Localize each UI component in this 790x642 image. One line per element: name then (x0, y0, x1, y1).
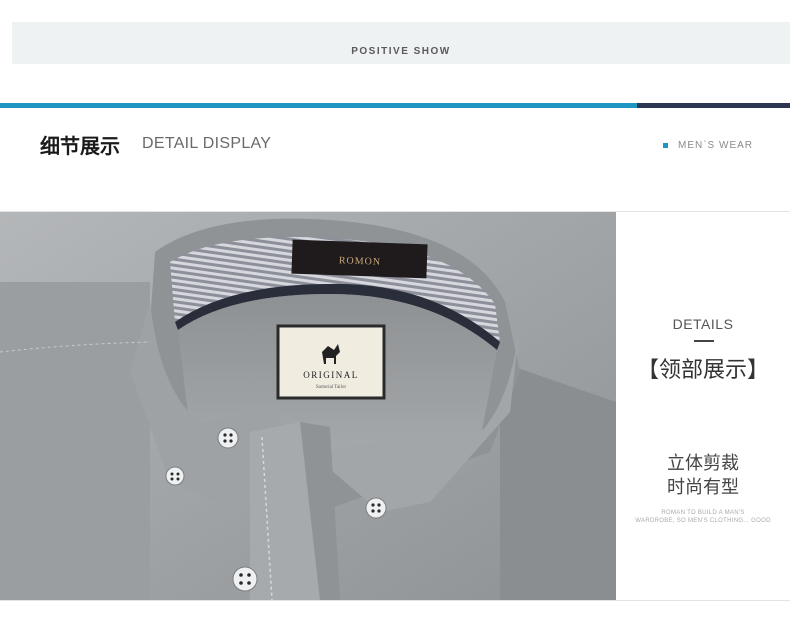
slogan-line-1: 立体剪裁 (667, 453, 739, 474)
details-underline (694, 340, 714, 342)
details-label-en: DETAILS (672, 316, 734, 332)
small-print-line-2: WARDROBE, SO MEN'S CLOTHING... GOOD (635, 518, 771, 524)
slogan: 立体剪裁 时尚有型 (616, 452, 790, 500)
bottom-divider (0, 600, 790, 601)
accent-bar-blue (0, 103, 637, 108)
square-bullet-icon (663, 143, 668, 148)
accent-bar-navy (637, 103, 790, 108)
details-panel: DETAILS 【领部展示】 立体剪裁 时尚有型 ROMAN TO BUILD … (616, 212, 790, 600)
mens-wear-tag: MEN`S WEAR (678, 140, 753, 151)
positive-show-banner: POSITIVE SHOW (12, 22, 790, 64)
collar-illustration: ROMON ORIGINAL Sartorial Tailor (0, 212, 616, 600)
banner-text: POSITIVE SHOW (351, 46, 451, 57)
small-print-line-1: ROMAN TO BUILD A MAN'S (661, 510, 745, 516)
tag-text-sub: Sartorial Tailor (316, 385, 347, 390)
details-label-cn: 【领部展示】 (636, 358, 769, 383)
tag-text-original: ORIGINAL (303, 370, 359, 380)
section-title-cn: 细节展示 (40, 134, 120, 158)
brand-label-text: ROMON (339, 255, 382, 267)
section-title-en: DETAIL DISPLAY (142, 135, 272, 152)
collar-photo: ROMON ORIGINAL Sartorial Tailor (0, 212, 616, 600)
slogan-line-2: 时尚有型 (667, 477, 739, 498)
